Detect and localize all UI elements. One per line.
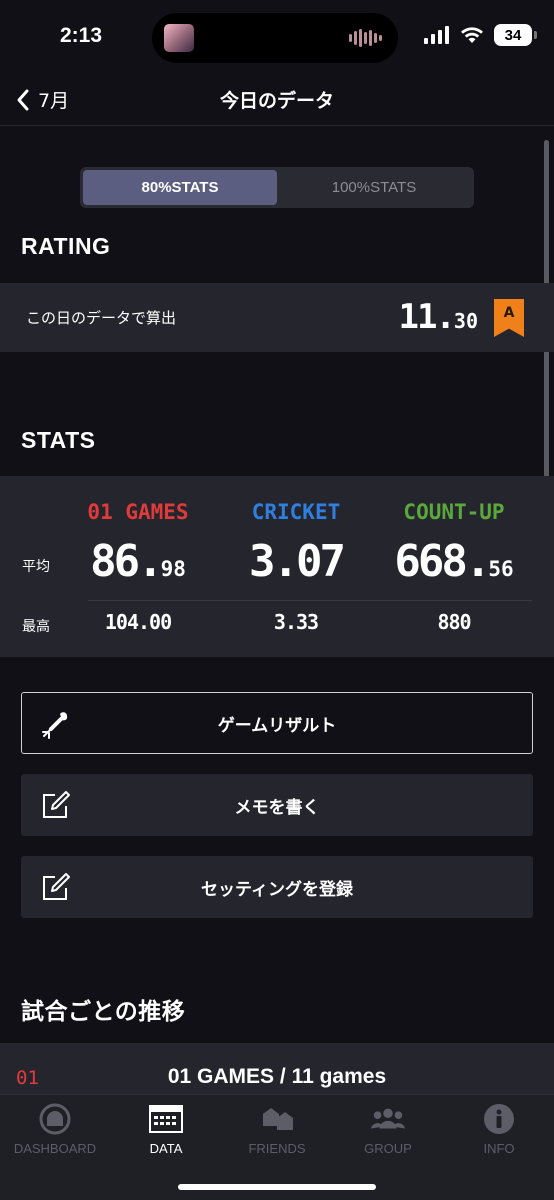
tab-group-label: GROUP [364, 1141, 412, 1156]
edit-icon [43, 791, 70, 818]
stats-header-01-games: 01 GAMES [87, 500, 189, 524]
avg-row-label: 平均 [22, 559, 50, 575]
battery-icon: 34 [494, 24, 537, 46]
avg-cricket-int: 3.07 [249, 536, 346, 587]
transitions-section-title: 試合ごとの推移 [21, 998, 186, 1024]
now-playing-artwork [164, 24, 194, 52]
dashboard-icon [39, 1103, 71, 1135]
audio-waveform-icon [349, 28, 382, 48]
avg-01-games-int: 86. [90, 536, 164, 587]
register-setting-button[interactable]: セッティングを登録 [21, 856, 533, 918]
signal-icon [424, 26, 449, 44]
stats-header-count-up: COUNT-UP [403, 500, 505, 524]
group-icon [370, 1108, 406, 1129]
data-icon [149, 1105, 183, 1133]
avg-count-up: 668.56 [364, 536, 544, 587]
max-01-games: 104.00 [104, 610, 172, 634]
status-bar: 2:13 34 [0, 0, 554, 78]
rating-flag-letter: A [503, 305, 515, 321]
rating-label: この日のデータで算出 [26, 309, 177, 327]
stats-header-cricket: CRICKET [251, 500, 341, 524]
stats-panel: 01 GAMES CRICKET COUNT-UP 平均 86.98 3.07 … [0, 476, 554, 657]
avg-count-up-dec: 56 [488, 557, 514, 581]
info-icon [484, 1104, 514, 1134]
edit-icon [43, 873, 70, 900]
transition-row-01-games[interactable]: 01 01 GAMES / 11 games [0, 1043, 554, 1095]
game-result-label: ゲームリザルト [217, 715, 337, 736]
avg-count-up-int: 668. [394, 536, 491, 587]
wifi-icon [461, 27, 483, 43]
tab-info-label: INFO [483, 1141, 515, 1156]
max-count-up: 880 [437, 610, 471, 634]
max-row-label: 最高 [22, 619, 50, 635]
rating-value-int: 11. [398, 297, 455, 337]
friends-icon [263, 1108, 293, 1130]
dart-icon [42, 712, 68, 739]
tab-info[interactable]: INFO [444, 1103, 554, 1156]
avg-cricket: 3.07 [206, 536, 386, 587]
page-title: 今日のデータ [219, 90, 334, 112]
nav-header: 7月 今日のデータ [0, 78, 554, 126]
tab-friends[interactable]: FRIENDS [222, 1103, 332, 1156]
write-memo-button[interactable]: メモを書く [21, 774, 533, 836]
tab-dashboard-label: DASHBOARD [13, 1141, 97, 1156]
tab-data-label: DATA [149, 1141, 183, 1156]
rating-section-title: RATING [21, 233, 111, 259]
write-memo-label: メモを書く [234, 797, 320, 818]
rating-value-dec: 30 [453, 309, 478, 333]
stats-toggle: 80%STATS 100%STATS [80, 167, 474, 208]
dynamic-island[interactable] [152, 13, 398, 63]
home-indicator[interactable] [178, 1184, 376, 1190]
tab-friends-label: FRIENDS [248, 1141, 306, 1156]
register-setting-label: セッティングを登録 [201, 879, 353, 900]
status-time: 2:13 [60, 24, 103, 47]
transition-row-title: 01 GAMES / 11 games [167, 1065, 387, 1088]
rating-row: この日のデータで算出 11.30 A [0, 283, 554, 352]
tab-data[interactable]: DATA [111, 1103, 221, 1156]
max-cricket: 3.33 [273, 610, 319, 634]
tab-100-stats[interactable]: 100%STATS [277, 170, 471, 205]
rating-value: 11.30 [398, 297, 478, 337]
avg-01-games-dec: 98 [160, 557, 186, 581]
stats-section-title: STATS [21, 427, 96, 453]
avg-01-games: 86.98 [48, 536, 228, 587]
stats-divider [88, 600, 532, 601]
tab-80-stats[interactable]: 80%STATS [83, 170, 277, 205]
tab-dashboard[interactable]: DASHBOARD [0, 1103, 110, 1156]
status-icons: 34 [424, 24, 537, 46]
game-result-button[interactable]: ゲームリザルト [21, 692, 533, 754]
rating-flag-icon: A [494, 299, 524, 337]
tab-group[interactable]: GROUP [333, 1103, 443, 1156]
